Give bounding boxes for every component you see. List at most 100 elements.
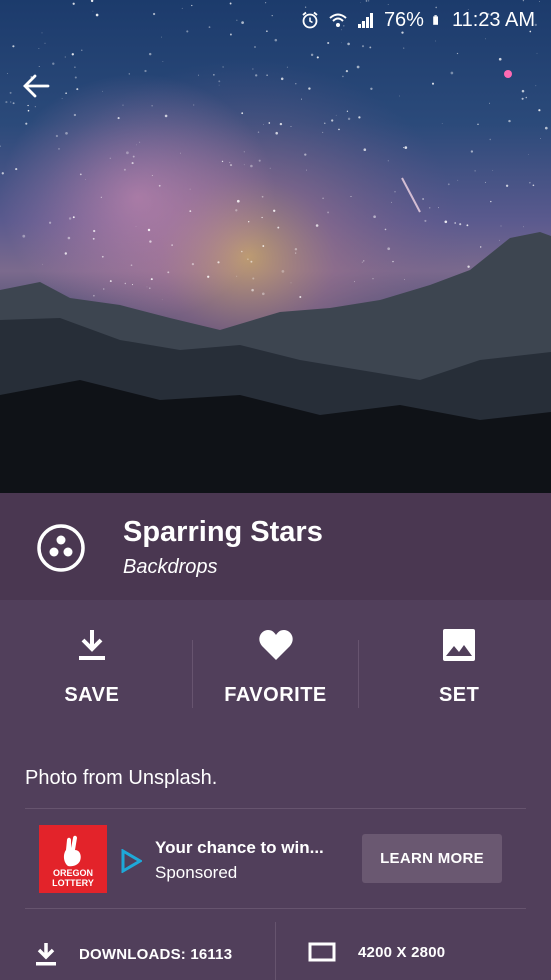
star: [435, 40, 437, 42]
star: [261, 216, 263, 219]
star: [144, 69, 147, 73]
star: [217, 261, 220, 264]
star: [361, 45, 365, 48]
star: [431, 82, 435, 85]
star: [304, 153, 307, 156]
star: [71, 53, 74, 56]
star: [117, 117, 120, 120]
star: [528, 153, 530, 155]
star: [207, 275, 210, 278]
star: [279, 122, 283, 126]
star: [180, 152, 181, 154]
image-icon: [443, 629, 476, 661]
star: [354, 281, 355, 283]
star: [261, 195, 264, 198]
star: [269, 167, 271, 169]
star: [447, 183, 450, 186]
star: [422, 198, 424, 200]
star: [484, 181, 486, 183]
wallpaper-preview[interactable]: 76% 11:23 AM: [0, 0, 551, 493]
star: [15, 168, 18, 171]
star: [92, 237, 95, 240]
star: [243, 164, 245, 166]
star: [345, 69, 349, 73]
star: [38, 48, 40, 49]
star: [12, 45, 15, 48]
star: [124, 282, 126, 285]
wallpaper-stats: DOWNLOADS: 16113 4200 X 2800: [0, 910, 551, 980]
star: [248, 221, 250, 223]
star: [459, 223, 462, 226]
star: [73, 113, 77, 117]
star: [189, 188, 191, 190]
star: [490, 200, 492, 203]
learn-more-button[interactable]: LEARN MORE: [362, 834, 502, 883]
sponsored-ad[interactable]: OREGON LOTTERY Your chance to win... Spo…: [25, 810, 526, 908]
star: [151, 105, 153, 107]
save-button[interactable]: SAVE: [0, 600, 184, 730]
star: [492, 170, 494, 171]
star: [316, 56, 319, 59]
wifi-icon: [329, 13, 347, 27]
star: [429, 207, 431, 209]
star: [9, 91, 12, 94]
star: [306, 169, 308, 171]
back-arrow-icon: [23, 74, 50, 98]
star: [128, 73, 131, 75]
resolution-value: 4200 X 2800: [358, 943, 446, 961]
star: [544, 126, 548, 130]
battery-icon: [433, 15, 438, 25]
star: [286, 66, 288, 68]
star: [322, 197, 324, 200]
ad-title: Your chance to win...: [155, 838, 324, 857]
star: [250, 164, 253, 168]
back-button[interactable]: [18, 68, 54, 104]
star: [387, 247, 391, 251]
star: [85, 179, 87, 180]
favorite-label: FAVORITE: [224, 684, 327, 706]
star: [151, 175, 153, 177]
star: [438, 207, 440, 209]
star: [27, 109, 30, 112]
star: [146, 286, 148, 288]
star: [65, 131, 68, 135]
star: [391, 201, 392, 203]
star: [273, 209, 276, 212]
star: [523, 226, 524, 228]
ad-brand-logo: OREGON LOTTERY: [39, 825, 107, 893]
star: [536, 52, 538, 54]
photo-credit: Photo from Unsplash.: [25, 767, 218, 789]
star: [308, 87, 311, 90]
star: [213, 74, 215, 76]
star: [222, 66, 224, 68]
star: [38, 66, 40, 67]
star: [42, 263, 43, 265]
star: [310, 53, 314, 57]
star: [470, 150, 474, 153]
star: [10, 101, 12, 103]
ad-sponsored-label: Sponsored: [155, 863, 238, 882]
star: [456, 52, 459, 55]
ad-brand-text: OREGON LOTTERY: [52, 868, 94, 888]
star: [131, 284, 134, 286]
star: [149, 240, 152, 243]
favorite-button[interactable]: FAVORITE: [184, 600, 368, 730]
ad-choices-icon[interactable]: [120, 849, 142, 873]
star: [218, 80, 221, 83]
star: [457, 179, 459, 181]
star: [221, 160, 224, 163]
star: [403, 279, 405, 280]
star: [72, 216, 75, 219]
set-wallpaper-button[interactable]: SET: [367, 600, 551, 730]
star: [171, 244, 173, 246]
clock: 11:23 AM: [451, 8, 535, 31]
star: [424, 219, 427, 222]
star: [277, 226, 280, 229]
star: [191, 262, 195, 266]
star: [64, 56, 66, 58]
star: [161, 299, 163, 300]
star: [193, 104, 195, 106]
star: [266, 74, 268, 76]
star: [347, 42, 350, 46]
star: [467, 265, 470, 268]
